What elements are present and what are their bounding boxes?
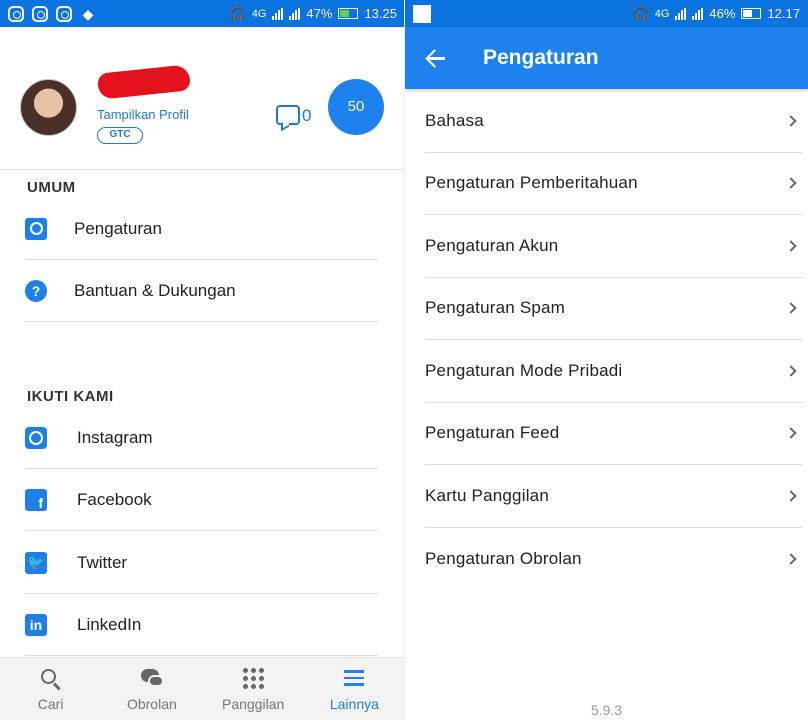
instagram-icon (25, 426, 47, 449)
settings-item-label: Pengaturan Spam (425, 298, 566, 318)
chevron-right-icon (785, 553, 797, 565)
settings-item-private-mode[interactable]: Pengaturan Mode Pribadi (425, 340, 803, 403)
chevron-right-icon (785, 115, 797, 127)
chevron-right-icon (785, 302, 797, 314)
network-type: 4G (654, 7, 670, 20)
headphones-icon: 🎧 (229, 5, 246, 21)
nav-label: Obrolan (126, 696, 177, 712)
app-notification-icon: ◆ (82, 5, 94, 22)
status-bar: ◆ 🎧 4G 47% 13.25 (0, 0, 405, 27)
view-profile-link[interactable]: Tampilkan Profil (97, 107, 189, 122)
gtc-badge[interactable]: GTC (97, 127, 143, 144)
section-header-follow: IKUTI KAMI (27, 388, 114, 405)
nav-chat[interactable]: Obrolan (101, 658, 202, 720)
nav-calls[interactable]: Panggilan (203, 658, 304, 720)
headphones-icon: 🎧 (632, 5, 649, 21)
more-screen: ◆ 🎧 4G 47% 13.25 Tampilkan Profil GTC 0 … (0, 0, 405, 720)
settings-item-label: Pengaturan Obrolan (425, 548, 582, 568)
bottom-navigation: Cari Obrolan Panggilan Lainnya (0, 657, 405, 720)
signal-icon (692, 7, 704, 20)
settings-screen: 🎧 4G 46% 12.17 Pengaturan Bahasa Pengatu… (405, 0, 808, 720)
menu-item-linkedin[interactable]: in LinkedIn (25, 594, 378, 656)
help-icon: ? (25, 279, 47, 302)
status-bar: 🎧 4G 46% 12.17 (405, 0, 808, 27)
menu-item-label: Instagram (77, 427, 153, 447)
linkedin-icon: in (25, 613, 47, 636)
signal-icon (675, 7, 687, 20)
menu-item-label: Facebook (77, 489, 152, 509)
search-icon (38, 666, 64, 690)
menu-item-label: Bantuan & Dukungan (74, 280, 236, 300)
menu-item-settings[interactable]: Pengaturan (25, 198, 378, 260)
settings-item-label: Pengaturan Akun (425, 235, 559, 255)
message-icon[interactable] (276, 105, 300, 125)
settings-item-label: Kartu Panggilan (425, 485, 549, 505)
chevron-right-icon (785, 177, 797, 189)
settings-item-label: Pengaturan Pemberitahuan (425, 173, 638, 193)
profile-header: Tampilkan Profil GTC 0 50 (0, 27, 405, 170)
notification-icon (413, 4, 431, 23)
settings-item-account[interactable]: Pengaturan Akun (425, 215, 803, 278)
gear-icon (25, 217, 47, 240)
battery-icon (741, 8, 762, 19)
message-count: 0 (302, 106, 312, 125)
battery-icon (338, 8, 359, 19)
chat-icon (139, 666, 165, 690)
menu-item-twitter[interactable]: 🐦 Twitter (25, 532, 378, 594)
chevron-right-icon (785, 365, 797, 377)
settings-item-label: Pengaturan Feed (425, 423, 560, 443)
settings-item-feed[interactable]: Pengaturan Feed (425, 403, 803, 465)
menu-item-facebook[interactable]: f Facebook (25, 469, 378, 531)
chevron-right-icon (785, 427, 797, 439)
instagram-notification-icon (56, 5, 72, 22)
settings-item-label: Pengaturan Mode Pribadi (425, 360, 623, 380)
signal-icon (272, 7, 284, 20)
menu-item-help[interactable]: ? Bantuan & Dukungan (25, 260, 378, 322)
menu-icon (341, 666, 367, 690)
nav-label: Cari (37, 696, 64, 712)
page-title: Pengaturan (483, 46, 599, 69)
menu-item-label: Twitter (77, 552, 128, 572)
signal-icon (289, 7, 301, 20)
nav-label: Panggilan (221, 696, 285, 712)
battery-percent: 46% (709, 6, 736, 21)
network-type: 4G (251, 7, 267, 20)
screen: ◆ 🎧 4G 47% 13.25 Tampilkan Profil GTC 0 … (0, 0, 808, 720)
section-header-general: UMUM (27, 179, 76, 196)
menu-item-label: Pengaturan (74, 218, 162, 238)
instagram-notification-icon (8, 5, 24, 22)
chevron-right-icon (785, 490, 797, 502)
menu-item-label: LinkedIn (77, 614, 142, 634)
avatar[interactable] (20, 79, 77, 136)
settings-item-chat[interactable]: Pengaturan Obrolan (425, 528, 803, 591)
dialpad-icon (240, 666, 266, 690)
settings-item-label: Bahasa (425, 110, 484, 130)
instagram-notification-icon (32, 5, 48, 22)
redacted-name (96, 64, 192, 100)
chevron-right-icon (785, 240, 797, 252)
back-arrow-icon[interactable] (425, 47, 447, 69)
nav-label: Lainnya (329, 696, 379, 712)
battery-percent: 47% (306, 6, 333, 21)
coin-button[interactable]: 50 (328, 79, 384, 135)
nav-search[interactable]: Cari (0, 658, 101, 720)
settings-item-language[interactable]: Bahasa (425, 90, 803, 153)
twitter-icon: 🐦 (25, 551, 47, 574)
facebook-icon: f (25, 488, 47, 511)
status-time: 12.17 (767, 6, 800, 21)
settings-item-notifications[interactable]: Pengaturan Pemberitahuan (425, 153, 803, 215)
settings-item-call-card[interactable]: Kartu Panggilan (425, 465, 803, 528)
menu-item-instagram[interactable]: Instagram (25, 407, 378, 469)
app-bar: Pengaturan (405, 27, 808, 89)
nav-more[interactable]: Lainnya (304, 658, 405, 720)
settings-item-spam[interactable]: Pengaturan Spam (425, 278, 803, 340)
status-time: 13.25 (364, 6, 397, 21)
app-version: 5.9.3 (590, 702, 623, 718)
